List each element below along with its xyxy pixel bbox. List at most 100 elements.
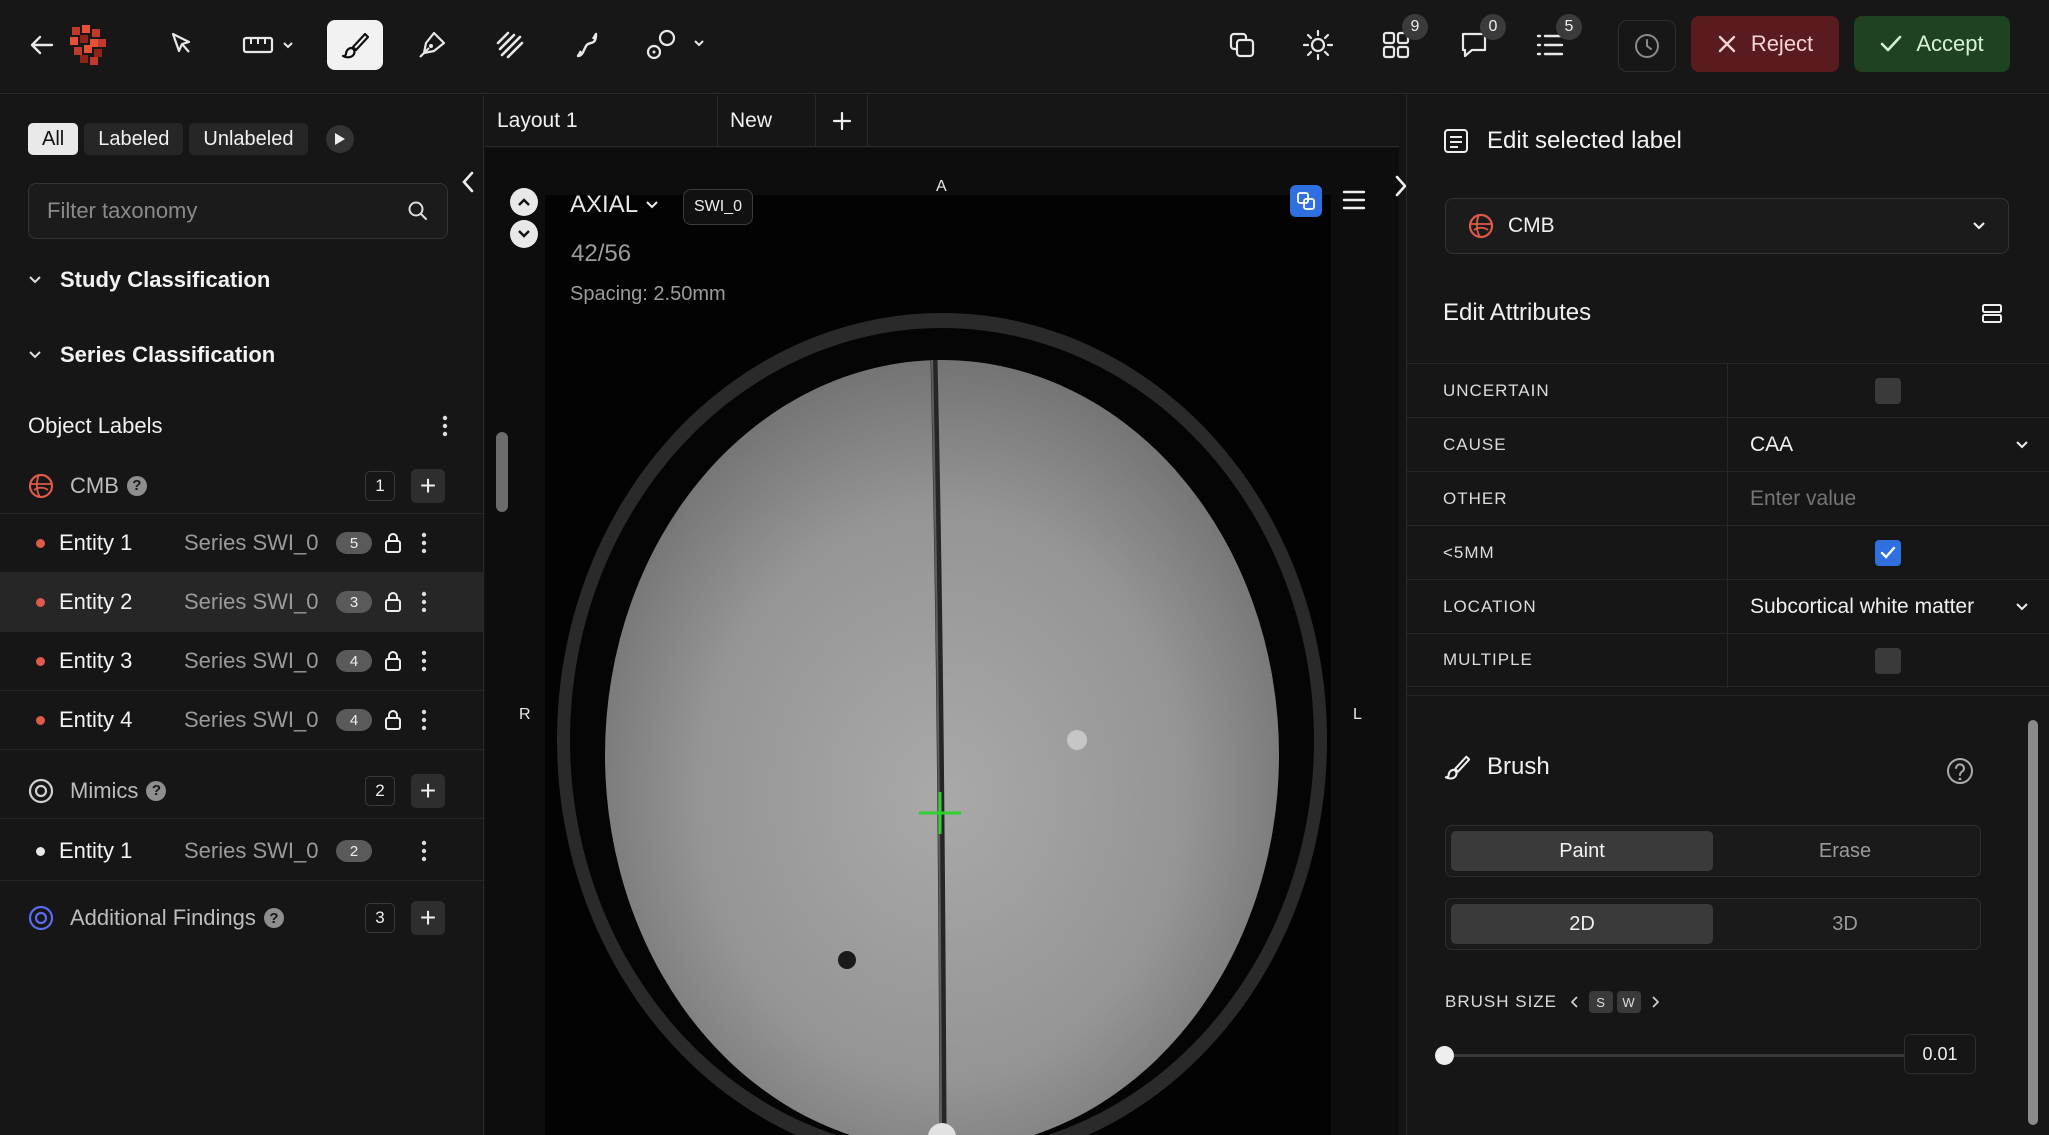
tab-new[interactable]: New bbox=[718, 95, 816, 147]
pointer-icon[interactable] bbox=[162, 20, 202, 70]
rows-layout-icon[interactable] bbox=[1981, 302, 2003, 324]
other-input[interactable] bbox=[1750, 487, 2030, 511]
mri-axial-image[interactable] bbox=[545, 195, 1331, 1135]
brush-icon bbox=[1444, 755, 1471, 780]
more-vertical-icon[interactable] bbox=[442, 415, 448, 437]
more-vertical-icon[interactable] bbox=[421, 532, 427, 554]
reject-button[interactable]: Reject bbox=[1691, 16, 1839, 72]
brush-size-header: BRUSH SIZE S W bbox=[1445, 991, 1660, 1013]
slice-scrollbar[interactable] bbox=[496, 432, 508, 512]
collapse-left-panel-icon[interactable] bbox=[460, 170, 476, 199]
tab-layout-1[interactable]: Layout 1 bbox=[485, 95, 718, 147]
orientation-top: A bbox=[936, 178, 947, 195]
back-arrow-icon[interactable] bbox=[22, 20, 62, 70]
object-labels-header: Object Labels bbox=[28, 413, 448, 439]
class-row-cmb[interactable]: CMB ? 1 + bbox=[0, 458, 484, 514]
entity-row[interactable]: Entity 1 Series SWI_0 5 bbox=[0, 514, 484, 573]
comment-icon[interactable]: 0 bbox=[1454, 14, 1506, 70]
help-circle-icon[interactable] bbox=[1946, 757, 1974, 785]
search-input[interactable] bbox=[47, 198, 387, 224]
sync-views-button[interactable] bbox=[1290, 185, 1322, 217]
entity-series: Series SWI_0 bbox=[184, 707, 319, 732]
list-icon[interactable]: 5 bbox=[1530, 14, 1582, 70]
lock-icon[interactable] bbox=[384, 532, 402, 554]
selected-label-name: CMB bbox=[1508, 214, 1555, 237]
cause-select[interactable]: CAA bbox=[1727, 418, 2049, 472]
paint-option[interactable]: Paint bbox=[1451, 831, 1713, 871]
slider-thumb[interactable] bbox=[1435, 1046, 1454, 1065]
help-icon[interactable]: ? bbox=[126, 475, 147, 496]
label-select[interactable]: CMB bbox=[1445, 198, 2009, 254]
layers-icon[interactable] bbox=[1222, 20, 1262, 70]
help-icon[interactable]: ? bbox=[263, 908, 284, 928]
lock-icon[interactable] bbox=[384, 650, 402, 672]
entity-row[interactable]: Entity 4 Series SWI_0 4 bbox=[0, 691, 484, 750]
brush-settings: Brush Paint Erase 2D 3D BRUSH SIZE S W 0… bbox=[1407, 703, 2049, 1135]
right-panel-scrollbar[interactable] bbox=[2028, 720, 2038, 1125]
3d-option[interactable]: 3D bbox=[1714, 904, 1976, 944]
check-icon bbox=[1880, 546, 1896, 559]
filter-all[interactable]: All bbox=[28, 123, 79, 155]
grid-layout-icon[interactable]: 9 bbox=[1376, 14, 1428, 70]
entity-row[interactable]: Entity 1 Series SWI_0 2 bbox=[0, 822, 484, 881]
more-vertical-icon[interactable] bbox=[421, 709, 427, 731]
add-entity-button[interactable]: + bbox=[411, 773, 445, 808]
grid-count-badge: 9 bbox=[1402, 14, 1428, 40]
more-vertical-icon[interactable] bbox=[421, 591, 427, 613]
help-icon[interactable]: ? bbox=[146, 780, 167, 801]
under-5mm-checkbox[interactable] bbox=[1875, 540, 1901, 566]
history-button[interactable] bbox=[1618, 20, 1676, 72]
image-viewport[interactable]: AXIAL 42/56 Spacing: 2.50mm A R L bbox=[485, 148, 1399, 1135]
series-classification-section[interactable]: Series Classification bbox=[28, 342, 275, 368]
filter-unlabeled[interactable]: Unlabeled bbox=[189, 123, 308, 155]
chevron-down-icon bbox=[2016, 603, 2028, 611]
attribute-row-multiple: MULTIPLE bbox=[1407, 633, 2049, 688]
chevron-left-icon[interactable] bbox=[1571, 996, 1579, 1008]
2d-option[interactable]: 2D bbox=[1451, 904, 1713, 944]
lock-icon[interactable] bbox=[384, 709, 402, 731]
brush-size-value[interactable]: 0.01 bbox=[1904, 1034, 1976, 1074]
add-entity-button[interactable]: + bbox=[411, 468, 445, 503]
pen-tool-icon[interactable] bbox=[410, 20, 454, 70]
erase-option[interactable]: Erase bbox=[1714, 831, 1976, 871]
label-editor-panel: Edit selected label CMB Edit Attributes … bbox=[1406, 95, 2049, 1135]
brush-tool-icon[interactable] bbox=[327, 20, 383, 70]
brightness-icon[interactable] bbox=[1298, 20, 1338, 70]
uncertain-checkbox[interactable] bbox=[1875, 378, 1901, 404]
entity-count-badge: 4 bbox=[336, 650, 372, 672]
label-filters: All Labeled Unlabeled bbox=[28, 123, 354, 155]
series-selector[interactable]: SWI_0 bbox=[683, 189, 754, 225]
cause-value: CAA bbox=[1750, 433, 1794, 456]
chevron-up-icon[interactable] bbox=[510, 188, 538, 216]
lock-icon[interactable] bbox=[384, 591, 402, 613]
more-vertical-icon[interactable] bbox=[421, 840, 427, 862]
filter-labeled[interactable]: Labeled bbox=[84, 123, 184, 155]
accept-button[interactable]: Accept bbox=[1854, 16, 2010, 72]
view-selector[interactable]: AXIAL bbox=[570, 191, 658, 219]
viewport-menu-icon[interactable] bbox=[1342, 189, 1366, 216]
keypoint-tool-icon[interactable] bbox=[644, 20, 706, 70]
class-row-mimics[interactable]: Mimics ? 2 + bbox=[0, 763, 484, 819]
spline-tool-icon[interactable] bbox=[566, 20, 610, 70]
multi-stroke-icon[interactable] bbox=[488, 20, 532, 70]
entity-row[interactable]: Entity 3 Series SWI_0 4 bbox=[0, 632, 484, 691]
play-icon[interactable] bbox=[325, 125, 354, 153]
ruler-tool-icon[interactable] bbox=[240, 20, 300, 70]
brush-size-slider[interactable] bbox=[1435, 1046, 1905, 1065]
attribute-row-under-5mm: <5MM bbox=[1407, 525, 2049, 580]
entity-row[interactable]: Entity 2 Series SWI_0 3 bbox=[0, 573, 484, 632]
location-select[interactable]: Subcortical white matter bbox=[1727, 580, 2049, 634]
cmb-class-icon bbox=[28, 473, 54, 498]
clock-icon bbox=[1635, 34, 1659, 58]
add-entity-button[interactable]: + bbox=[411, 901, 445, 935]
multiple-checkbox[interactable] bbox=[1875, 648, 1901, 674]
class-row-additional-findings[interactable]: Additional Findings ? 3 + bbox=[0, 890, 484, 946]
layout-tabs: Layout 1 New bbox=[485, 95, 1399, 147]
add-tab-button[interactable] bbox=[816, 95, 868, 147]
more-vertical-icon[interactable] bbox=[421, 650, 427, 672]
chevron-right-icon[interactable] bbox=[1651, 996, 1660, 1008]
attribute-key: MULTIPLE bbox=[1443, 650, 1533, 669]
chevron-down-icon[interactable] bbox=[510, 220, 538, 248]
study-classification-section[interactable]: Study Classification bbox=[28, 267, 270, 293]
reject-label: Reject bbox=[1750, 31, 1814, 56]
